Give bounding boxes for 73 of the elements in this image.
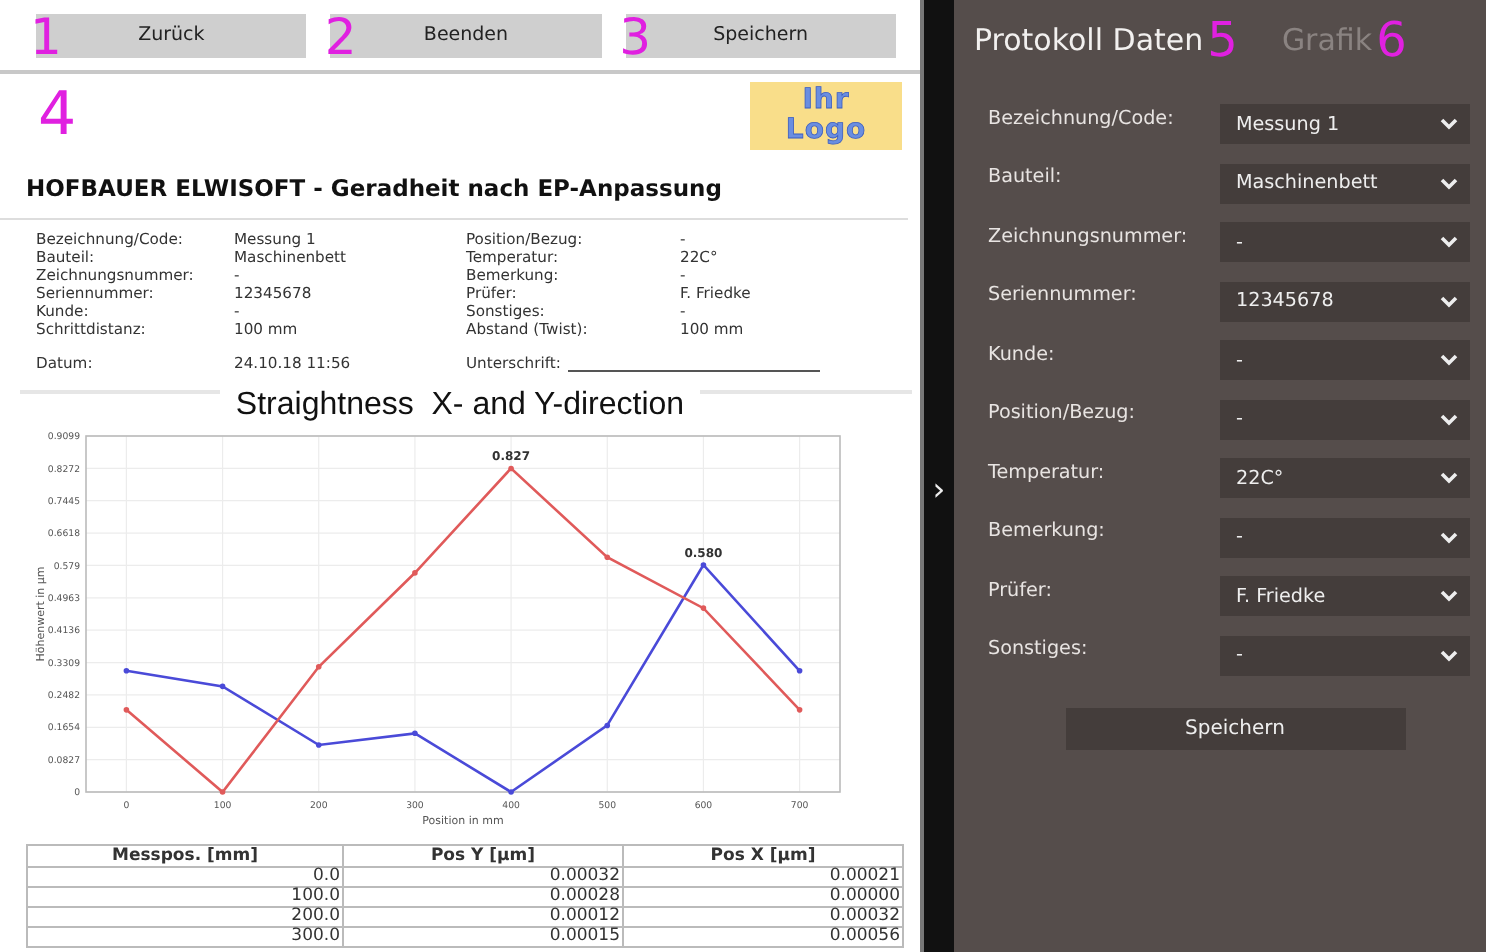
field-label: Bezeichnung/Code: [988,107,1176,129]
callout-number: 5 [1207,13,1238,65]
callout-number: 2 [324,11,357,61]
chevron-down-icon [1440,649,1458,661]
data-point [219,683,226,690]
column-header: Pos Y [µm] [343,845,623,867]
dropdown[interactable]: - [1220,635,1470,675]
data-point [315,664,322,670]
data-point [796,667,803,674]
data-point [412,570,418,576]
table-cell: 0.00021 [623,867,903,887]
data-point [123,667,130,674]
chevron-down-icon [1440,118,1458,130]
table-cell: 0.00032 [343,867,623,887]
dropdown[interactable]: - [1220,399,1470,439]
table-cell: 300.0 [27,927,343,947]
data-point [700,605,707,611]
dropdown[interactable]: - [1220,517,1470,557]
chevron-down-icon [1440,531,1458,543]
field-label: Sonstiges: [988,638,1090,660]
report-title: HOFBAUER ELWISOFT - Geradheit nach EP-Anpassung [0,166,908,220]
callout-number: 3 [619,11,652,61]
callout-number: 4 [38,82,77,150]
table-cell: 0.00032 [623,907,903,927]
table-cell: 0.00000 [623,887,903,907]
chevron-down-icon [1440,295,1458,307]
chevron-down-icon [1440,413,1458,425]
field-label: Bemerkung: [988,520,1107,542]
chevron-down-icon [1440,590,1458,602]
tab[interactable]: Protokoll Daten [974,21,1204,57]
chevron-down-icon [1440,354,1458,366]
data-point [412,730,418,737]
dropdown[interactable]: - [1220,222,1470,262]
chart-title: Straightness X- and Y-direction [219,386,701,426]
field-label: Zeichnungsnummer: [988,225,1190,247]
panel-toggle[interactable]: › [932,469,946,507]
field-label: Position/Bezug: [988,402,1138,424]
table-cell: 0.00012 [343,907,623,927]
data-point [508,789,514,795]
dropdown[interactable]: - [1220,340,1470,380]
field-label: Kunde: [988,343,1057,365]
data-point [604,554,611,561]
dropdown[interactable]: F. Friedke [1220,576,1470,616]
table-cell: 0.00028 [343,887,623,907]
field-label: Prüfer: [988,579,1054,601]
data-point [508,465,514,472]
chevron-down-icon [1440,177,1458,189]
data-point [796,707,803,713]
data-point [315,742,322,748]
table-cell: 200.0 [27,907,343,927]
dropdown[interactable]: Maschinenbett [1220,163,1470,203]
callout-number: 1 [30,11,62,61]
chevron-down-icon [1440,472,1458,484]
dropdown[interactable]: 22C° [1220,458,1470,498]
data-point [700,562,707,568]
data-point [604,722,611,729]
save-button[interactable]: Speichern [1065,707,1405,749]
field-label: Temperatur: [988,461,1107,483]
column-header: Pos X [µm] [623,845,903,867]
table-cell: 0.00015 [343,927,623,947]
field-label: Bauteil: [988,166,1064,188]
callout-number: 6 [1376,13,1407,65]
table-cell: 100.0 [27,887,343,907]
dropdown[interactable]: Messung 1 [1220,104,1470,144]
table-cell: 0.00056 [623,927,903,947]
dropdown[interactable]: 12345678 [1220,281,1470,321]
field-label: Seriennummer: [988,284,1139,306]
logo: Ihr Logo [750,82,902,150]
data-point [219,789,226,795]
column-header: Messpos. [mm] [27,845,343,867]
data-point [123,707,130,713]
table-cell: 0.0 [27,867,343,887]
chevron-down-icon [1440,236,1458,248]
